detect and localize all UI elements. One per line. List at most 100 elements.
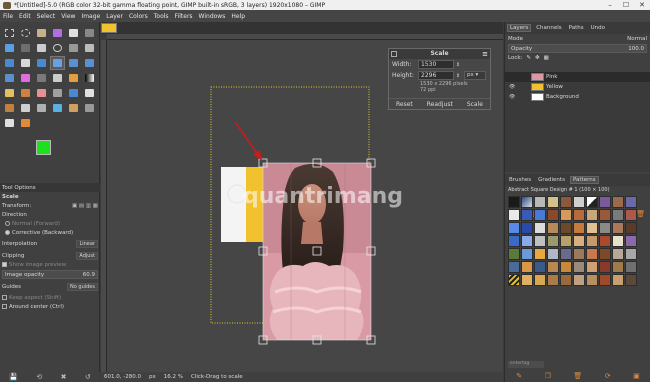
pattern-swatch[interactable]: [560, 196, 572, 208]
tab-patterns[interactable]: Patterns: [569, 176, 599, 184]
pattern-swatch[interactable]: [534, 248, 546, 260]
cage-tool-icon[interactable]: [18, 71, 33, 85]
pattern-swatch[interactable]: [508, 235, 520, 247]
foreground-color-swatch[interactable]: [36, 140, 51, 155]
pattern-swatch[interactable]: [534, 209, 546, 221]
menu-view[interactable]: View: [61, 13, 75, 20]
eye-icon[interactable]: 👁: [509, 84, 517, 90]
show-preview-checkbox[interactable]: [2, 262, 7, 267]
direction-corrective-option[interactable]: Corrective (Backward): [0, 228, 100, 237]
reset-button[interactable]: Reset: [396, 101, 413, 108]
pattern-swatch[interactable]: [612, 274, 624, 286]
image-opacity-slider[interactable]: Image opacity 60.9: [2, 270, 98, 279]
align-tool-icon[interactable]: [2, 56, 17, 70]
menu-image[interactable]: Image: [81, 13, 100, 20]
pattern-swatch[interactable]: [599, 209, 611, 221]
pattern-swatch[interactable]: [547, 209, 559, 221]
gradient-tool-icon[interactable]: [82, 71, 97, 85]
menu-edit[interactable]: Edit: [19, 13, 31, 20]
paintbrush-tool-icon[interactable]: [18, 86, 33, 100]
pattern-swatch[interactable]: [534, 222, 546, 234]
pattern-swatch[interactable]: [534, 274, 546, 286]
select-by-color-tool-icon[interactable]: [66, 26, 81, 40]
pattern-swatch[interactable]: [573, 222, 585, 234]
tab-channels[interactable]: Channels: [534, 25, 563, 31]
dodge-burn-tool-icon[interactable]: [82, 101, 97, 115]
unit-dropdown[interactable]: px ▾: [464, 71, 486, 80]
bucket-fill-tool-icon[interactable]: [66, 71, 81, 85]
width-input[interactable]: 1530: [418, 60, 454, 69]
pattern-swatch[interactable]: [547, 248, 559, 260]
pattern-swatch[interactable]: [586, 222, 598, 234]
pattern-swatch[interactable]: [521, 196, 533, 208]
minimize-button[interactable]: –: [602, 1, 618, 9]
foreground-select-tool-icon[interactable]: [2, 41, 17, 55]
pattern-swatch[interactable]: [586, 196, 598, 208]
save-options-icon[interactable]: 💾: [9, 373, 18, 381]
pattern-swatch[interactable]: [586, 261, 598, 273]
heal-tool-icon[interactable]: [18, 101, 33, 115]
interpolation-dropdown[interactable]: Linear: [76, 239, 98, 248]
pattern-swatch[interactable]: [573, 209, 585, 221]
direction-normal-radio[interactable]: [5, 221, 10, 226]
tool-options-tab[interactable]: Tool Options: [0, 183, 100, 192]
pattern-swatch[interactable]: [508, 196, 520, 208]
height-spin-icon[interactable]: ⇕: [456, 73, 460, 79]
menu-colors[interactable]: Colors: [129, 13, 148, 20]
clone-tool-icon[interactable]: [2, 101, 17, 115]
keep-aspect-option[interactable]: Keep aspect (Shift): [0, 293, 100, 302]
pattern-swatch[interactable]: [573, 248, 585, 260]
perspective-tool-icon[interactable]: [82, 56, 97, 70]
pattern-tag-input[interactable]: entertag: [508, 361, 544, 368]
layer-opacity-slider[interactable]: Opacity 100.0: [508, 44, 647, 53]
pattern-swatch[interactable]: [586, 235, 598, 247]
pattern-swatch[interactable]: [625, 248, 637, 260]
keep-aspect-checkbox[interactable]: [2, 295, 7, 300]
zoom-tool-icon[interactable]: [50, 41, 65, 55]
pattern-swatch[interactable]: [560, 209, 572, 221]
scale-tool-icon[interactable]: [50, 56, 65, 70]
pattern-swatch[interactable]: [612, 209, 624, 221]
lock-pixels-icon[interactable]: ✎: [526, 55, 531, 61]
lock-position-icon[interactable]: ✥: [535, 55, 540, 61]
pattern-swatch[interactable]: [599, 235, 611, 247]
ink-tool-icon[interactable]: [66, 86, 81, 100]
pattern-swatch[interactable]: [573, 261, 585, 273]
maximize-button[interactable]: ☐: [618, 1, 634, 9]
restore-options-icon[interactable]: ⟲: [36, 373, 42, 381]
pattern-swatch[interactable]: [547, 261, 559, 273]
mode-dropdown[interactable]: Normal: [627, 36, 647, 42]
pattern-swatch[interactable]: [521, 209, 533, 221]
unit-selector[interactable]: px: [149, 374, 156, 380]
lock-alpha-icon[interactable]: ▦: [544, 55, 549, 61]
readjust-button[interactable]: Readjust: [427, 101, 453, 108]
pattern-swatch[interactable]: [560, 248, 572, 260]
pattern-swatch[interactable]: [599, 222, 611, 234]
pattern-swatch[interactable]: [547, 235, 559, 247]
pattern-swatch[interactable]: [560, 261, 572, 273]
pattern-swatch[interactable]: [612, 196, 624, 208]
pattern-swatch[interactable]: [521, 222, 533, 234]
fuzzy-select-tool-icon[interactable]: [50, 26, 65, 40]
menu-tools[interactable]: Tools: [154, 13, 169, 20]
pattern-swatch[interactable]: [625, 261, 637, 273]
warp-tool-icon[interactable]: [34, 71, 49, 85]
scale-dialog-menu-icon[interactable]: ≡: [482, 49, 488, 59]
pattern-swatch[interactable]: [508, 261, 520, 273]
pattern-swatch[interactable]: [586, 248, 598, 260]
pattern-swatch[interactable]: [534, 235, 546, 247]
close-button[interactable]: ✕: [634, 1, 650, 9]
perspective-clone-tool-icon[interactable]: [34, 101, 49, 115]
pattern-swatch[interactable]: [547, 274, 559, 286]
edit-pattern-icon[interactable]: ✎: [516, 372, 522, 380]
open-pattern-icon[interactable]: ▣: [633, 372, 640, 380]
tab-layers[interactable]: Layers: [507, 24, 532, 32]
delete-pattern-icon[interactable]: 🗑: [573, 372, 582, 380]
pattern-swatch[interactable]: [625, 222, 637, 234]
pattern-swatch[interactable]: [612, 235, 624, 247]
tab-brushes[interactable]: Brushes: [507, 177, 533, 183]
pattern-swatch[interactable]: [547, 196, 559, 208]
height-input[interactable]: 2296: [418, 71, 454, 80]
pattern-swatch[interactable]: [573, 274, 585, 286]
menu-select[interactable]: Select: [37, 13, 56, 20]
